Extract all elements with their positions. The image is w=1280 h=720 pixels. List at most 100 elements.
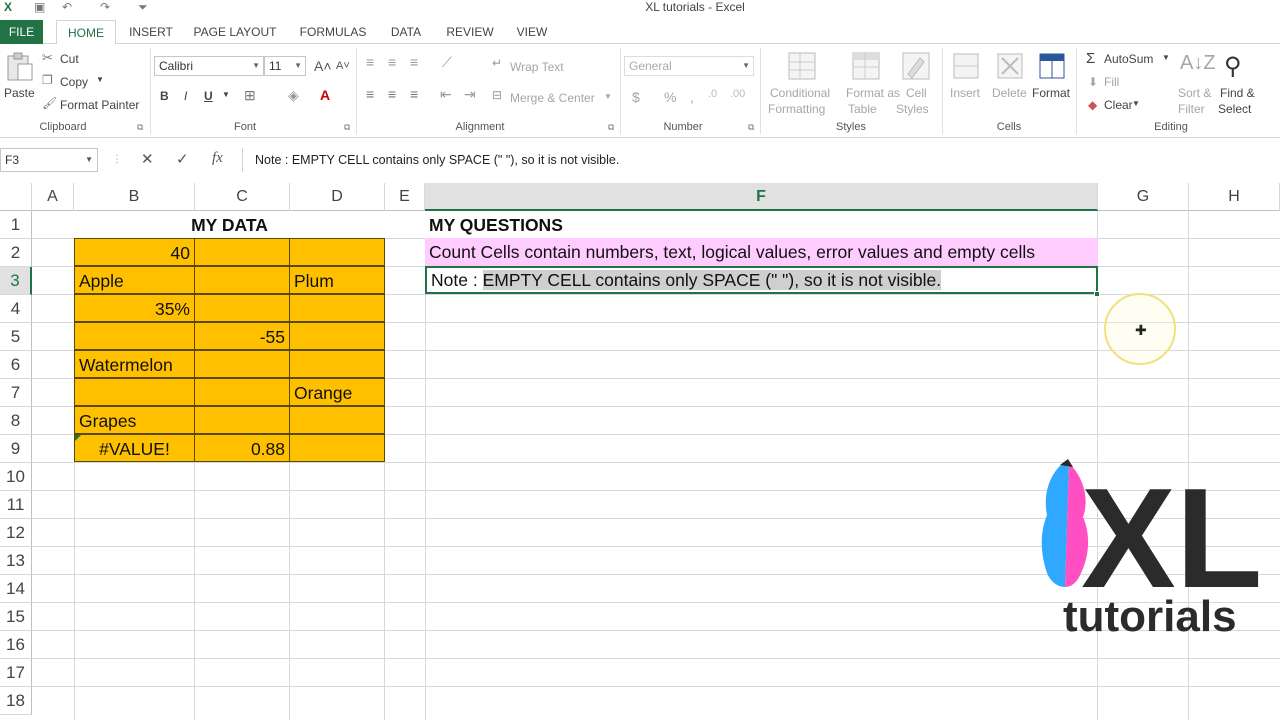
cancel-icon[interactable]: ✕: [141, 150, 154, 168]
cell-b7[interactable]: [74, 378, 195, 406]
delete-button[interactable]: Delete: [992, 86, 1027, 100]
align-center-icon[interactable]: ≡: [388, 86, 396, 102]
cell-styles-line1[interactable]: Cell: [906, 86, 927, 100]
format-cells-icon[interactable]: [1036, 50, 1068, 82]
font-name-box[interactable]: Calibri ▼: [154, 56, 264, 76]
cell-c2[interactable]: [194, 238, 290, 266]
alignment-launcher-icon[interactable]: ⧉: [608, 122, 614, 133]
cell-d7[interactable]: Orange: [289, 378, 385, 406]
fill-color-icon[interactable]: ◈: [288, 87, 299, 104]
cell-c5[interactable]: -55: [194, 322, 290, 350]
tab-home[interactable]: HOME: [56, 20, 116, 45]
clipboard-launcher-icon[interactable]: ⧉: [137, 122, 143, 133]
borders-icon[interactable]: ⊞: [244, 87, 256, 104]
cut-icon[interactable]: ✂: [42, 50, 53, 66]
merge-center-button[interactable]: Merge & Center: [510, 91, 595, 105]
percent-button[interactable]: %: [664, 89, 676, 105]
row-header-1[interactable]: 1: [0, 211, 32, 239]
fill-button[interactable]: Fill: [1104, 75, 1119, 89]
row-header-15[interactable]: 15: [0, 603, 32, 631]
column-header-g[interactable]: G: [1098, 183, 1189, 211]
name-box[interactable]: F3 ▼: [0, 148, 98, 172]
cell-c8[interactable]: [194, 406, 290, 434]
row-header-3[interactable]: 3: [0, 267, 32, 295]
row-header-11[interactable]: 11: [0, 491, 32, 519]
cell-d8[interactable]: [289, 406, 385, 434]
delete-cells-icon[interactable]: [994, 50, 1026, 82]
format-as-table-line1[interactable]: Format as: [846, 86, 900, 100]
paste-button[interactable]: Paste: [4, 86, 35, 100]
conditional-formatting-line2[interactable]: Formatting: [768, 102, 825, 116]
bold-button[interactable]: B: [160, 89, 169, 103]
cell-b1[interactable]: MY DATA: [74, 211, 385, 239]
sort-filter-line1[interactable]: Sort &: [1178, 86, 1211, 100]
cell-b8[interactable]: Grapes: [74, 406, 195, 434]
tab-file[interactable]: FILE: [0, 20, 43, 44]
column-header-h[interactable]: H: [1189, 183, 1280, 211]
row-header-14[interactable]: 14: [0, 575, 32, 603]
clear-dropdown-icon[interactable]: ▼: [1132, 99, 1140, 108]
column-header-b[interactable]: B: [74, 183, 195, 211]
row-header-5[interactable]: 5: [0, 323, 32, 351]
row-header-6[interactable]: 6: [0, 351, 32, 379]
increase-indent-icon[interactable]: ⇥: [464, 86, 476, 103]
cut-button[interactable]: Cut: [60, 52, 79, 66]
decrease-decimal-icon[interactable]: .00: [730, 88, 745, 100]
cell-b5[interactable]: [74, 322, 195, 350]
increase-decimal-icon[interactable]: .0: [708, 88, 717, 100]
find-select-icon[interactable]: ⚲: [1224, 52, 1242, 81]
number-launcher-icon[interactable]: ⧉: [748, 122, 754, 133]
cell-styles-icon[interactable]: [900, 50, 932, 82]
cell-c6[interactable]: [194, 350, 290, 378]
tab-data[interactable]: DATA: [384, 20, 428, 44]
sort-filter-icon[interactable]: A↓Z: [1180, 52, 1216, 75]
currency-button[interactable]: $: [632, 89, 640, 105]
row-header-18[interactable]: 18: [0, 687, 32, 715]
cell-d3[interactable]: Plum: [289, 266, 385, 294]
orientation-icon[interactable]: ⟋: [442, 54, 452, 71]
clear-icon[interactable]: ◆: [1088, 98, 1097, 112]
enter-icon[interactable]: ✓: [176, 150, 189, 168]
font-color-icon[interactable]: A: [320, 87, 330, 103]
cell-b9[interactable]: #VALUE!: [74, 434, 195, 462]
underline-dropdown-icon[interactable]: ▼: [222, 90, 230, 99]
font-size-box[interactable]: 11 ▼: [264, 56, 306, 76]
align-middle-icon[interactable]: ≡: [388, 54, 396, 70]
row-header-10[interactable]: 10: [0, 463, 32, 491]
column-header-f[interactable]: F: [425, 183, 1098, 211]
cell-c7[interactable]: [194, 378, 290, 406]
fill-handle[interactable]: [1094, 291, 1100, 297]
conditional-formatting-line1[interactable]: Conditional: [770, 86, 830, 100]
row-header-7[interactable]: 7: [0, 379, 32, 407]
cell-b2[interactable]: 40: [74, 238, 195, 266]
insert-button[interactable]: Insert: [950, 86, 980, 100]
cell-f1[interactable]: MY QUESTIONS: [425, 211, 1097, 239]
underline-button[interactable]: U: [204, 89, 213, 103]
wrap-text-button[interactable]: Wrap Text: [510, 60, 564, 74]
copy-button[interactable]: Copy: [60, 75, 88, 89]
cell-c4[interactable]: [194, 294, 290, 322]
format-as-table-line2[interactable]: Table: [848, 102, 877, 116]
increase-font-icon[interactable]: A˄: [314, 58, 332, 74]
tab-page-layout[interactable]: PAGE LAYOUT: [190, 20, 280, 44]
tab-view[interactable]: VIEW: [510, 20, 554, 44]
cell-c3[interactable]: [194, 266, 290, 294]
insert-cells-icon[interactable]: [950, 50, 982, 82]
wrap-text-icon[interactable]: ↵: [492, 56, 502, 70]
cell-b3[interactable]: Apple: [74, 266, 195, 294]
row-header-9[interactable]: 9: [0, 435, 32, 463]
copy-dropdown-icon[interactable]: ▼: [96, 75, 104, 84]
find-select-line2[interactable]: Select: [1218, 102, 1251, 116]
cell-d6[interactable]: [289, 350, 385, 378]
column-header-e[interactable]: E: [385, 183, 425, 211]
format-painter-button[interactable]: Format Painter: [60, 98, 139, 112]
tab-insert[interactable]: INSERT: [124, 20, 178, 44]
row-header-2[interactable]: 2: [0, 239, 32, 267]
sort-filter-line2[interactable]: Filter: [1178, 102, 1205, 116]
autosum-icon[interactable]: Σ: [1086, 50, 1095, 67]
column-header-a[interactable]: A: [32, 183, 74, 211]
insert-function-icon[interactable]: fx: [212, 150, 223, 167]
select-all-corner[interactable]: [0, 183, 32, 211]
cell-b6[interactable]: Watermelon: [74, 350, 195, 378]
align-right-icon[interactable]: ≡: [410, 86, 418, 102]
